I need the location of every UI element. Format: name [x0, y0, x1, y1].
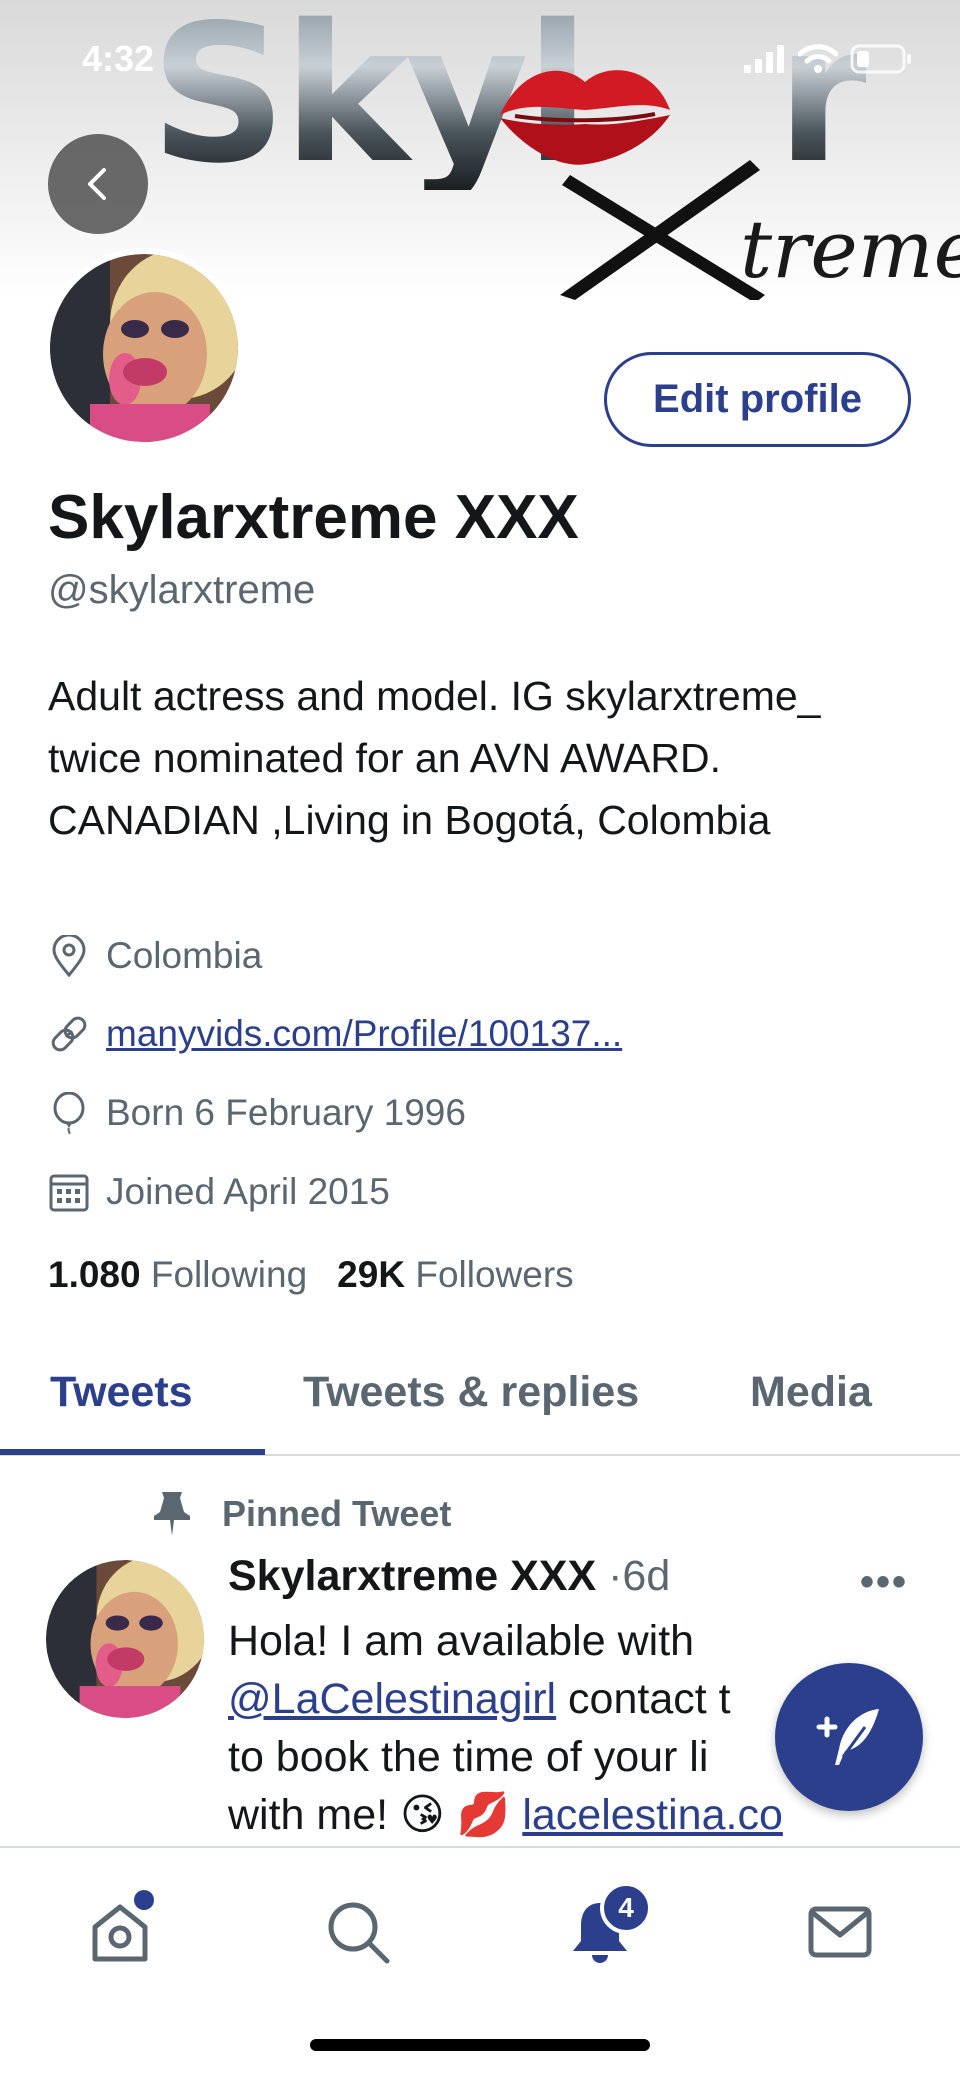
followers-count: 29K: [337, 1254, 406, 1295]
pinned-indicator: Pinned Tweet: [150, 1490, 451, 1538]
back-button[interactable]: [48, 134, 148, 234]
following-label: Following: [150, 1254, 308, 1295]
tweet-text-line-4: with me! 😘 💋: [228, 1791, 523, 1839]
tweet-author-name[interactable]: Skylarxtreme XXX: [228, 1552, 596, 1600]
link-icon: [48, 1013, 90, 1055]
location-row: Colombia: [48, 935, 262, 977]
joined-text: Joined April 2015: [106, 1171, 390, 1212]
tab-media[interactable]: Media: [750, 1368, 872, 1417]
joined-row: Joined April 2015: [48, 1171, 390, 1213]
nav-messages[interactable]: [800, 1892, 880, 1972]
tweet-author-avatar[interactable]: [46, 1560, 204, 1718]
location-text: Colombia: [106, 935, 263, 976]
tab-tweets-replies[interactable]: Tweets & replies: [303, 1368, 639, 1417]
nav-notifications[interactable]: 4: [560, 1882, 652, 1972]
profile-handle: @skylarxtreme: [48, 568, 316, 612]
website-row: manyvids.com/Profile/100137...: [48, 1013, 622, 1055]
nav-search[interactable]: [318, 1892, 398, 1972]
status-time: 4:32: [82, 38, 155, 79]
compose-tweet-button[interactable]: [775, 1663, 923, 1811]
tweet-text-line-2: contact t: [556, 1675, 731, 1723]
battery-icon: [850, 44, 911, 74]
location-pin-icon: [48, 935, 90, 977]
profile-bio: Adult actress and model. IG skylarxtreme…: [48, 673, 821, 843]
more-options-icon[interactable]: •••: [860, 1560, 908, 1605]
tweet-text-line-3: to book the time of your li: [228, 1733, 709, 1781]
followers-link[interactable]: 29K Followers: [337, 1254, 574, 1296]
tab-tweets[interactable]: Tweets: [50, 1368, 193, 1417]
edit-profile-button[interactable]: Edit profile: [604, 352, 911, 447]
tweet-age: 6d: [622, 1552, 671, 1600]
following-count: 1.080: [48, 1254, 141, 1295]
calendar-icon: [48, 1171, 90, 1213]
x-logo-icon: [560, 160, 765, 300]
pinned-label: Pinned Tweet: [222, 1493, 452, 1534]
tweet-mention[interactable]: @LaCelestinagirl: [228, 1675, 556, 1723]
display-name: Skylarxtreme XXX: [48, 483, 579, 552]
tweet-link[interactable]: lacelestina.co: [522, 1791, 783, 1839]
avatar-photo: [50, 254, 238, 442]
home-indicator[interactable]: [310, 2039, 650, 2051]
compose-feather-icon: [816, 1709, 879, 1765]
home-unread-dot: [134, 1890, 154, 1910]
birthday-text: Born 6 February 1996: [106, 1092, 466, 1133]
mail-icon: [808, 1906, 872, 1958]
profile-tabs: Tweets Tweets & replies Media: [0, 1350, 960, 1456]
tweet-text-line-1: Hola! I am available with: [228, 1617, 695, 1665]
website-link[interactable]: manyvids.com/Profile/100137...: [106, 1013, 622, 1055]
signal-icon: [744, 45, 784, 73]
pin-icon: [154, 1492, 190, 1536]
tweet-dot: ·: [608, 1552, 623, 1600]
status-icons: [744, 44, 912, 74]
profile-avatar[interactable]: [44, 248, 244, 448]
nav-home[interactable]: [80, 1890, 160, 1972]
lips-icon: [500, 70, 670, 165]
tweet-header: Skylarxtreme XXX ·6d: [228, 1552, 670, 1601]
banner-script-text: treme: [740, 203, 960, 296]
following-link[interactable]: 1.080 Following: [48, 1254, 307, 1296]
birthday-row: Born 6 February 1996: [48, 1092, 466, 1134]
wifi-icon: [798, 44, 838, 73]
avatar-photo-small: [46, 1560, 204, 1718]
active-tab-indicator: [0, 1449, 265, 1455]
follow-counts: 1.080 Following 29K Followers: [48, 1254, 574, 1296]
chevron-left-icon: [88, 168, 106, 200]
balloon-icon: [48, 1092, 90, 1134]
notification-badge: 4: [600, 1882, 652, 1934]
search-icon: [328, 1902, 390, 1964]
followers-label: Followers: [415, 1254, 574, 1295]
